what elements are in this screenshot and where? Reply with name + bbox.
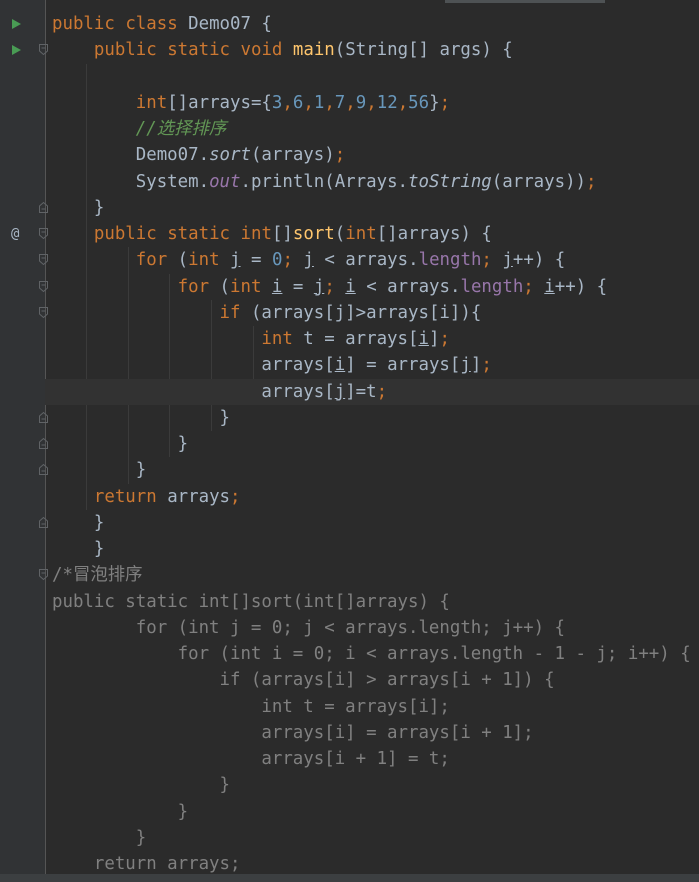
fold-marker-icon[interactable]: [39, 516, 48, 528]
code-line[interactable]: int t = arrays[i];: [52, 694, 699, 720]
run-main-icon[interactable]: [12, 45, 21, 55]
code-line[interactable]: arrays[i] = arrays[j];: [52, 352, 699, 378]
code-line[interactable]: }: [52, 772, 699, 798]
code-line[interactable]: }: [52, 825, 699, 851]
horizontal-scrollbar[interactable]: [0, 874, 699, 882]
code-line[interactable]: if (arrays[j]>arrays[i]){: [52, 300, 699, 326]
code-line-current[interactable]: arrays[j]=t;: [45, 378, 699, 405]
fold-marker-icon[interactable]: [39, 201, 48, 213]
code-line[interactable]: }: [52, 536, 699, 562]
fold-marker-icon[interactable]: [39, 44, 48, 56]
code-line[interactable]: arrays[i] = arrays[i + 1];: [52, 720, 699, 746]
code-line[interactable]: for (int j = 0; j < arrays.length; j++) …: [52, 615, 699, 641]
run-class-icon[interactable]: [12, 19, 21, 29]
code-line[interactable]: }: [52, 799, 699, 825]
code-line[interactable]: arrays[i + 1] = t;: [52, 746, 699, 772]
fold-marker-icon[interactable]: [39, 569, 48, 581]
code-line[interactable]: }: [52, 405, 699, 431]
code-editor[interactable]: @ public class Demo07 { public static vo…: [0, 0, 699, 882]
fold-marker-icon[interactable]: [39, 228, 48, 239]
code-line[interactable]: for (int i = j; i < arrays.length; i++) …: [52, 274, 699, 300]
code-line[interactable]: }: [52, 195, 699, 221]
code-line[interactable]: System.out.println(Arrays.toString(array…: [52, 169, 699, 195]
code-area[interactable]: public class Demo07 { public static void…: [45, 0, 699, 882]
code-line[interactable]: public class Demo07 {: [52, 11, 699, 37]
code-line[interactable]: for (int i = 0; i < arrays.length - 1 - …: [52, 641, 699, 667]
code-line[interactable]: for (int j = 0; j < arrays.length; j++) …: [52, 247, 699, 273]
code-line[interactable]: //选择排序: [52, 116, 699, 142]
fold-marker-icon[interactable]: [39, 280, 48, 292]
code-line[interactable]: public static int[]sort(int[]arrays) {: [52, 589, 699, 615]
fold-marker-icon[interactable]: [39, 254, 48, 266]
code-line[interactable]: [52, 64, 699, 90]
code-line[interactable]: int t = arrays[i];: [52, 326, 699, 352]
code-line[interactable]: }: [52, 431, 699, 457]
code-line[interactable]: Demo07.sort(arrays);: [52, 142, 699, 168]
code-line[interactable]: }: [52, 510, 699, 536]
code-line[interactable]: return arrays;: [52, 484, 699, 510]
fold-marker-icon[interactable]: [39, 438, 48, 449]
fold-marker-icon[interactable]: [39, 306, 48, 318]
code-line[interactable]: public static void main(String[] args) {: [52, 37, 699, 63]
override-at-icon[interactable]: @: [11, 226, 19, 242]
code-line[interactable]: }: [52, 457, 699, 483]
code-line[interactable]: if (arrays[i] > arrays[i + 1]) {: [52, 667, 699, 693]
code-line[interactable]: /*冒泡排序: [52, 562, 699, 588]
fold-marker-icon[interactable]: [39, 464, 48, 476]
fold-marker-icon[interactable]: [39, 411, 48, 423]
code-line[interactable]: public static int[]sort(int[]arrays) {: [52, 221, 699, 247]
code-line[interactable]: int[]arrays={3,6,1,7,9,12,56};: [52, 90, 699, 116]
